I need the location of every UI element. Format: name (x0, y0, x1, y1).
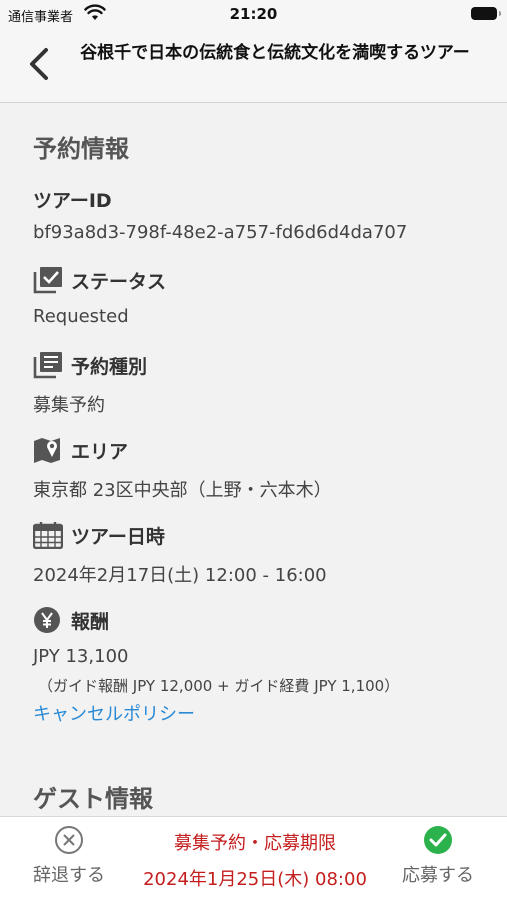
type-value: 募集予約 (33, 395, 105, 416)
map-icon (34, 438, 60, 463)
datetime-label-text: ツアー日時 (71, 525, 165, 548)
deadline-value: 2024年1月25日(木) 08:00 (143, 869, 367, 890)
decline-button[interactable]: 辞退する (14, 825, 124, 887)
status-label-text: ステータス (71, 270, 167, 293)
page-title: 谷根千で日本の伝統食と伝統文化を満喫するツアー (80, 43, 470, 63)
reservation-section-title: 予約情報 (33, 135, 129, 163)
decline-label: 辞退する (33, 865, 105, 886)
navigation-bar: 谷根千で日本の伝統食と伝統文化を満喫するツアー (0, 30, 507, 103)
apply-label: 応募する (402, 865, 474, 886)
clock: 21:20 (229, 5, 278, 23)
decline-icon (55, 826, 83, 854)
fee-label: 報酬 (33, 606, 109, 634)
bottom-action-bar: 辞退する 募集予約・応募期限 2024年1月25日(木) 08:00 応募する (0, 816, 507, 900)
apply-icon (424, 826, 452, 854)
type-label: 予約種別 (33, 351, 147, 379)
fee-detail: （ガイド報酬 JPY 12,000 + ガイド経費 JPY 1,100） (38, 677, 400, 695)
apply-button[interactable]: 応募する (383, 825, 493, 887)
tour-id-value: bf93a8d3-798f-48e2-a757-fd6d6d4da707 (33, 222, 408, 243)
list-icon (33, 352, 62, 379)
calendar-icon (33, 522, 63, 549)
status-label: ステータス (33, 266, 166, 294)
datetime-label: ツアー日時 (33, 521, 165, 549)
type-label-text: 予約種別 (71, 355, 148, 378)
area-label: エリア (33, 436, 128, 464)
fee-label-text: 報酬 (71, 610, 110, 633)
area-value: 東京都 23区中央部（上野・六本木） (33, 480, 332, 501)
datetime-value: 2024年2月17日(土) 12:00 - 16:00 (33, 565, 327, 586)
cancel-policy-link[interactable]: キャンセルポリシー (33, 700, 195, 726)
status-check-icon (33, 267, 62, 294)
tour-id-label: ツアーID (33, 186, 112, 213)
reservation-detail[interactable]: 予約情報 ツアーID bf93a8d3-798f-48e2-a757-fd6d6… (0, 104, 507, 816)
status-value: Requested (33, 306, 129, 327)
deadline-title: 募集予約・応募期限 (174, 833, 336, 854)
area-label-text: エリア (71, 440, 129, 463)
fee-value: JPY 13,100 (33, 646, 129, 667)
tour-id-label-text: ツアーID (33, 190, 112, 212)
guest-section-title: ゲスト情報 (33, 785, 153, 813)
status-bar: 通信事業者 21:20 (0, 0, 507, 30)
battery-icon (471, 7, 501, 20)
yen-icon (34, 607, 60, 633)
back-chevron-icon[interactable] (24, 44, 60, 84)
